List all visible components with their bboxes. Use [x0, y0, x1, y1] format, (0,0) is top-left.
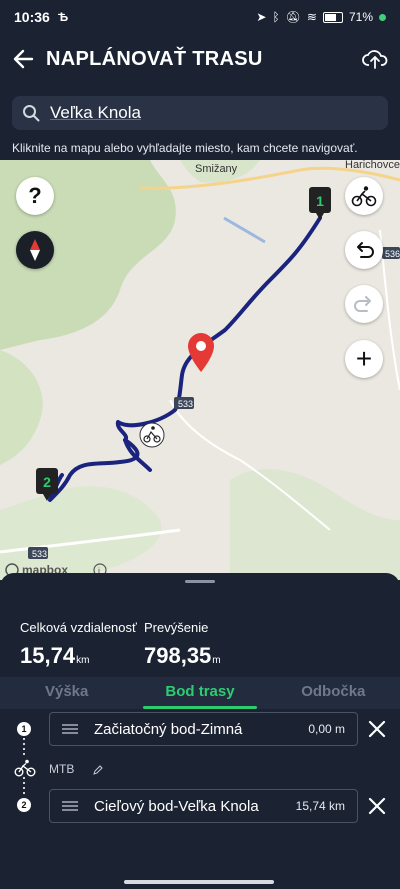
search-bar[interactable] [12, 96, 388, 130]
compass-icon [30, 239, 40, 261]
tab-turns[interactable]: Odbočka [267, 677, 400, 709]
waypoint-index-2: 2 [17, 798, 31, 812]
app-notification-icon: Ѣ [57, 10, 69, 24]
wifi-icon: ≋ [306, 10, 317, 24]
edit-pencil-icon[interactable] [92, 764, 104, 776]
battery-level: 71% [348, 10, 373, 24]
map-view[interactable]: Smižany Harichovce 533 533 536 1 2 mapbo… [0, 160, 400, 580]
distance-label: Celková vzdialenosť [20, 620, 137, 635]
road-label: 533 [32, 549, 47, 559]
drag-handle-icon[interactable] [62, 801, 78, 811]
gesture-nav-bar[interactable] [124, 880, 274, 884]
place-label-harichovce: Harichovce [345, 160, 400, 171]
page-title: NAPLÁNOVAŤ TRASU [46, 47, 263, 70]
end-marker-label: 2 [43, 474, 51, 490]
back-arrow-icon[interactable] [12, 48, 34, 70]
waypoint-name: Cieľový bod-Veľka Knola [94, 797, 259, 815]
search-input[interactable] [48, 102, 378, 124]
help-button[interactable]: ? [16, 177, 54, 215]
search-hint: Kliknite na mapu alebo vyhľadajte miesto… [12, 141, 358, 155]
road-label: 536 [385, 249, 400, 259]
elevation-unit: m [212, 655, 221, 666]
status-bar: 10:36 Ѣ ➤ ᛒ 🔕︎ ≋ 71% [0, 0, 400, 34]
redo-button[interactable] [345, 285, 383, 323]
elevation-label: Prevýšenie [144, 620, 209, 635]
waypoint-name: Začiatočný bod-Zimná [94, 720, 243, 738]
elevation-number: 798,35 [144, 643, 212, 668]
activity-mode-button[interactable] [345, 177, 383, 215]
app-header: NAPLÁNOVAŤ TRASU [0, 34, 400, 84]
compass-button[interactable] [16, 231, 54, 269]
mtb-mode-icon [14, 759, 36, 777]
cloud-upload-icon[interactable] [362, 48, 388, 70]
waypoint-row-end[interactable]: Cieľový bod-Veľka Knola 15,74 km [49, 789, 358, 823]
place-label-smizany: Smižany [195, 163, 238, 175]
distance-value: 15,74km [20, 643, 89, 669]
search-icon [23, 105, 40, 122]
start-marker-label: 1 [316, 193, 324, 209]
redo-icon [354, 296, 371, 312]
waypoint-distance: 0,00 m [308, 722, 345, 736]
undo-button[interactable] [345, 231, 383, 269]
route-sheet: Celková vzdialenosť 15,74km Prevýšenie 7… [0, 573, 400, 889]
help-label: ? [28, 183, 42, 208]
elevation-value: 798,35m [144, 643, 221, 669]
mtb-waypoint-icon[interactable] [139, 422, 165, 448]
waypoint-distance: 15,74 km [295, 799, 345, 813]
road-label: 533 [178, 399, 193, 409]
location-icon: ➤ [256, 10, 267, 24]
bluetooth-icon: ᛒ [272, 10, 280, 24]
add-waypoint-button[interactable]: + [345, 340, 383, 378]
mute-icon: 🔕︎ [285, 10, 301, 24]
waypoint-row-start[interactable]: Začiatočný bod-Zimná 0,00 m [49, 712, 358, 746]
mountain-bike-icon [351, 186, 377, 207]
route-mode[interactable]: MTB [49, 762, 104, 776]
distance-unit: km [76, 655, 90, 666]
undo-icon [357, 242, 374, 258]
status-time: 10:36 [14, 9, 50, 25]
plus-icon: + [355, 343, 373, 374]
tab-bar: Výška Bod trasy Odbočka [0, 677, 400, 709]
battery-icon [322, 11, 343, 23]
tab-waypoints[interactable]: Bod trasy [133, 677, 266, 709]
status-dot [379, 13, 386, 21]
tab-elevation[interactable]: Výška [0, 677, 133, 709]
route-mode-label: MTB [49, 762, 75, 776]
waypoint-index-1: 1 [17, 722, 31, 736]
sheet-grab-handle[interactable] [185, 580, 215, 583]
distance-number: 15,74 [20, 643, 76, 668]
remove-waypoint-icon[interactable] [366, 795, 388, 817]
remove-waypoint-icon[interactable] [366, 718, 388, 740]
drag-handle-icon[interactable] [62, 724, 78, 734]
